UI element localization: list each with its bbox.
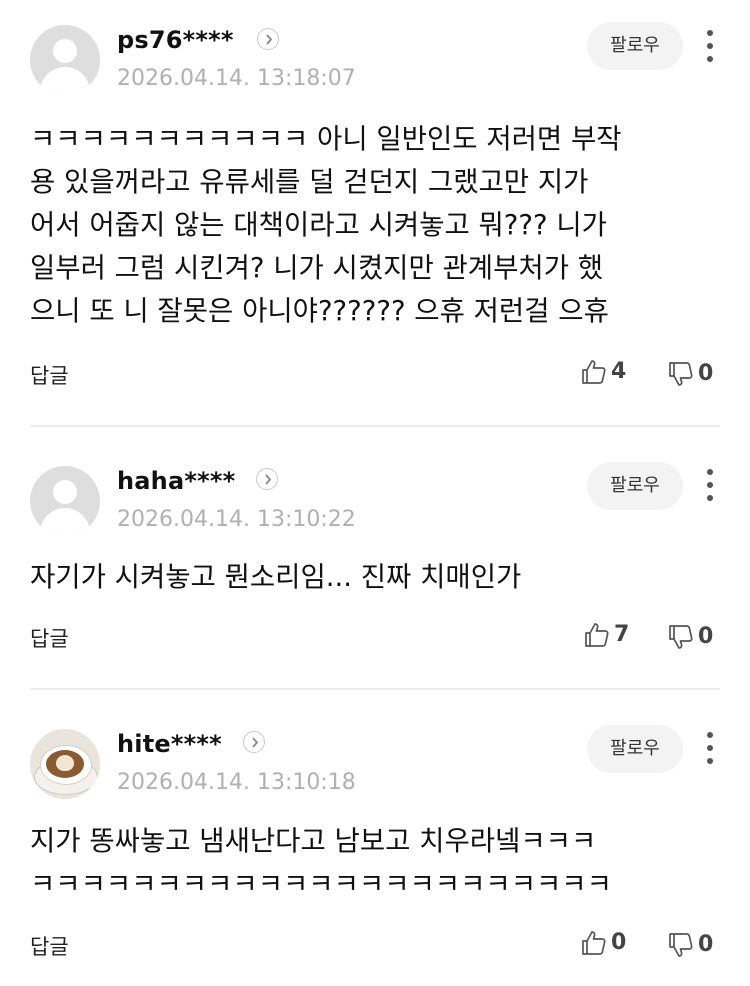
comment-line: 으니 또 니 잘못은 아니야?????? 으휴 저런걸 으휴 (30, 295, 609, 327)
comment-line: ㅋㅋㅋㅋㅋㅋㅋㅋㅋㅋㅋㅋㅋㅋㅋㅋㅋㅋㅋㅋㅋㅋㅋ (30, 868, 612, 900)
comment-text: ㅋㅋㅋㅋㅋㅋㅋㅋㅋㅋㅋ 아니 일반인도 저러면 부작 용 있을꺼라고 유류세를 … (30, 118, 720, 333)
comment-line: 지가 똥싸놓고 냄새난다고 남보고 치우라넼ㅋㅋㅋ (30, 825, 597, 857)
comment-text: 지가 똥싸놓고 냄새난다고 남보고 치우라넼ㅋㅋㅋ ㅋㅋㅋㅋㅋㅋㅋㅋㅋㅋㅋㅋㅋㅋ… (30, 820, 720, 906)
like-count: 7 (614, 622, 630, 647)
avatar[interactable] (30, 466, 100, 536)
chevron-right-icon[interactable] (243, 731, 265, 753)
timestamp: 2026.04.14. 13:10:22 (117, 507, 356, 532)
thumbs-up-icon (582, 931, 606, 955)
comment-line: 일부러 그럼 시킨겨? 니가 시켰지만 관계부처가 했 (30, 252, 604, 284)
more-vertical-icon[interactable] (700, 730, 720, 766)
more-vertical-icon[interactable] (700, 467, 720, 503)
timestamp: 2026.04.14. 13:18:07 (117, 66, 356, 91)
thumbs-up-icon (585, 623, 609, 647)
dislike-button[interactable]: 0 (668, 361, 723, 391)
dislike-count: 0 (698, 932, 714, 957)
like-button[interactable]: 0 (581, 930, 636, 960)
chevron-right-icon[interactable] (257, 28, 279, 50)
like-count: 4 (611, 359, 627, 384)
avatar[interactable] (30, 729, 100, 799)
like-button[interactable]: 7 (584, 622, 639, 652)
dislike-button[interactable]: 0 (668, 932, 723, 962)
follow-button[interactable]: 팔로우 (587, 462, 683, 510)
thumbs-down-icon (669, 933, 693, 957)
like-count: 0 (611, 930, 627, 955)
comment-line: 어서 어줍지 않는 대책이라고 시켜놓고 뭐??? 니가 (30, 209, 607, 241)
comment-line: 자기가 시켜놓고 뭔소리임... 진짜 치매인가 (30, 561, 522, 593)
more-vertical-icon[interactable] (700, 28, 720, 64)
divider (30, 688, 720, 690)
timestamp: 2026.04.14. 13:10:18 (117, 770, 356, 795)
avatar[interactable] (30, 25, 100, 95)
like-button[interactable]: 4 (581, 359, 636, 389)
comment-line: 용 있을꺼라고 유류세를 덜 걷던지 그랬고만 지가 (30, 166, 589, 198)
comment-text: 자기가 시켜놓고 뭔소리임... 진짜 치매인가 (30, 556, 720, 599)
follow-button[interactable]: 팔로우 (587, 22, 683, 70)
thumbs-down-icon (669, 625, 693, 649)
dislike-button[interactable]: 0 (668, 624, 723, 654)
dislike-count: 0 (698, 361, 714, 386)
thumbs-up-icon (582, 360, 606, 384)
reply-button[interactable]: 답글 (30, 623, 69, 653)
comment-line: ㅋㅋㅋㅋㅋㅋㅋㅋㅋㅋㅋ 아니 일반인도 저러면 부작 (30, 123, 622, 155)
reply-button[interactable]: 답글 (30, 360, 69, 390)
thumbs-down-icon (669, 362, 693, 386)
divider (30, 425, 720, 427)
username[interactable]: haha**** (117, 467, 235, 495)
chevron-right-icon[interactable] (256, 468, 278, 490)
reply-button[interactable]: 답글 (30, 931, 69, 961)
username[interactable]: ps76**** (117, 26, 234, 54)
dislike-count: 0 (698, 624, 714, 649)
follow-button[interactable]: 팔로우 (587, 725, 683, 773)
username[interactable]: hite**** (117, 730, 222, 758)
